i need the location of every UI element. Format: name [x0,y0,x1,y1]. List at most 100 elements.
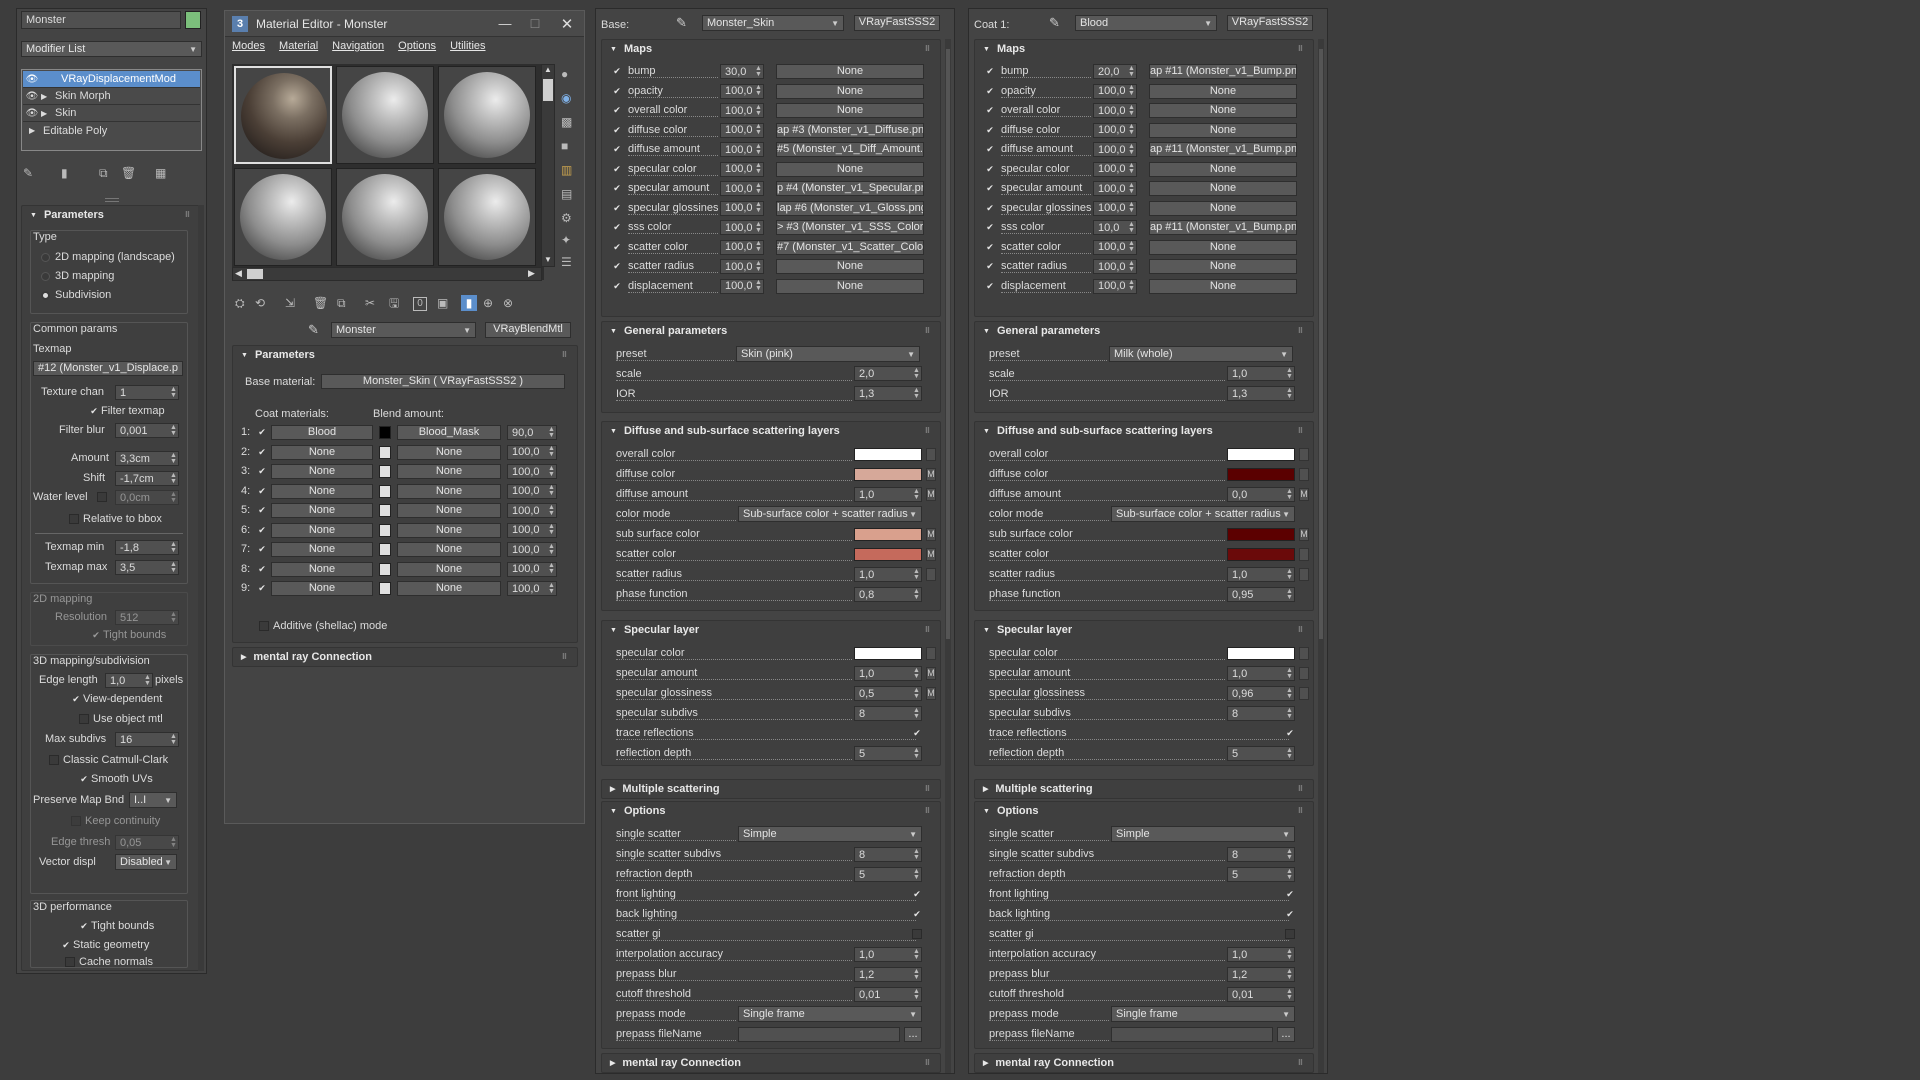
eye-icon[interactable]: 👁 [23,108,41,119]
sub-surface-color-map-button[interactable]: M [1299,528,1309,541]
map-button[interactable]: None [1149,278,1297,294]
menu-material[interactable]: Material [279,40,318,57]
scatter-color-swatch[interactable] [1227,548,1295,561]
blend-map-button[interactable]: None [397,522,501,538]
show-end-result-icon[interactable]: ▮ [461,295,477,311]
close-icon[interactable]: ✕ [550,15,584,33]
options-icon[interactable]: ⚙ [561,212,572,224]
front-lighting-checkmark-icon[interactable]: ✔ [912,889,922,899]
window-titlebar[interactable]: 3 Material Editor - Monster — ☐ ✕ [225,11,584,37]
spinner-arrows-icon[interactable]: ▲ ▼ [754,123,763,136]
panel-scrollbar[interactable] [1318,39,1324,1073]
general-parameters-rollout-header[interactable]: ▼ General parameters ⠿ [602,322,940,340]
blend-map-button[interactable]: None [397,503,501,518]
preset-dropdown[interactable]: Milk (whole) ▼ [1109,346,1293,362]
shift-spinner[interactable]: -1,7cm ▲ ▼ [115,471,179,486]
map-enabled-checkmark-icon[interactable]: ✔ [985,281,995,291]
spinner-arrows-icon[interactable]: ▲ ▼ [547,426,556,439]
coat-material-button[interactable]: None [271,522,373,538]
coat-enabled-checkmark-icon[interactable]: ✔ [257,564,267,574]
map-button[interactable]: None [776,161,924,177]
map-enabled-checkmark-icon[interactable]: ✔ [612,86,622,96]
spinner-arrows-icon[interactable]: ▲ ▼ [169,561,178,574]
scatter-gi-checkbox[interactable] [1285,929,1295,939]
sample-slot-2[interactable] [336,66,434,164]
spinner-arrows-icon[interactable]: ▲ ▼ [1285,387,1294,400]
coat-material-button[interactable]: None [271,503,373,518]
spinner-arrows-icon[interactable]: ▲ ▼ [1285,488,1294,501]
color-mode-dropdown[interactable]: Sub-surface color + scatter radius ▼ [738,506,922,522]
spinner-arrows-icon[interactable]: ▲ ▼ [547,484,556,497]
filter-blur-spinner[interactable]: 0,001 ▲ ▼ [115,423,179,438]
general-parameters-rollout-header[interactable]: ▼ General parameters ⠿ [975,322,1313,340]
front-lighting-checkmark-icon[interactable]: ✔ [1285,889,1295,899]
phase-function-spinner[interactable]: 0,95 ▲ ▼ [1227,587,1295,602]
spinner-arrows-icon[interactable]: ▲ ▼ [1285,687,1294,700]
remove-modifier-icon[interactable]: 🗑 [121,167,136,179]
reflection-depth-spinner[interactable]: 5 ▲ ▼ [854,746,922,761]
coat-material-button[interactable]: Blood [271,425,373,440]
make-unique-icon[interactable]: ✂ [365,297,375,309]
spinner-arrows-icon[interactable]: ▲ ▼ [169,386,178,399]
specular-amount-spinner[interactable]: 1,0 ▲ ▼ [854,666,922,681]
slots-vertical-scrollbar[interactable]: ▲ ▼ [541,64,555,267]
coat-enabled-checkmark-icon[interactable]: ✔ [257,486,267,496]
amount-spinner[interactable]: 3,3cm ▲ ▼ [115,451,179,466]
blend-color-swatch[interactable] [379,426,391,439]
pick-material-icon[interactable]: ✎ [676,15,687,31]
map-button[interactable]: None [1149,239,1297,255]
spinner-arrows-icon[interactable]: ▲ ▼ [912,367,921,380]
sub-surface-color-map-button[interactable]: M [926,528,936,541]
smooth-uvs-checkbox[interactable]: ✔ Smooth UVs [79,773,153,785]
spinner-arrows-icon[interactable]: ▲ ▼ [1285,868,1294,881]
spinner-arrows-icon[interactable]: ▲ ▼ [169,836,178,849]
blend-map-button[interactable]: None [397,483,501,499]
specular-subdivs-spinner[interactable]: 8 ▲ ▼ [1227,706,1295,721]
map-amount-spinner[interactable]: 100,0 ▲ ▼ [720,83,764,99]
mental-ray-rollout-header[interactable]: ▶ mental ray Connection ⠿ [975,1054,1313,1072]
specular-glossiness-map-button[interactable] [1299,687,1309,700]
map-enabled-checkmark-icon[interactable]: ✔ [612,242,622,252]
diffuse-amount-map-button[interactable]: M [926,488,936,501]
map-enabled-checkmark-icon[interactable]: ✔ [985,125,995,135]
coat-material-button[interactable]: None [271,464,373,479]
cutoff-threshold-spinner[interactable]: 0,01 ▲ ▼ [854,987,922,1002]
map-button[interactable]: None [776,83,924,99]
specular-color-map-button[interactable] [926,647,936,660]
map-button[interactable]: None [1149,122,1297,138]
coat-enabled-checkmark-icon[interactable]: ✔ [257,525,267,535]
material-type-button[interactable]: VRayBlendMtl [485,322,571,338]
spinner-arrows-icon[interactable]: ▲ ▼ [169,491,178,504]
map-button[interactable]: None [1149,83,1297,99]
interpolation-accuracy-spinner[interactable]: 1,0 ▲ ▼ [854,947,922,962]
material-type-button[interactable]: VRayFastSSS2 [1227,15,1313,31]
assign-material-icon[interactable]: ⇲ [285,297,295,309]
overall-color-swatch[interactable] [854,448,922,461]
specular-glossiness-spinner[interactable]: 0,96 ▲ ▼ [1227,686,1295,701]
blend-amount-spinner[interactable]: 100,0 ▲ ▼ [507,522,557,538]
texmap-button[interactable]: #12 (Monster_v1_Displace.p [33,361,183,376]
preserve-map-dropdown[interactable]: I..I ▼ [129,792,177,808]
keep-continuity-checkbox[interactable]: Keep continuity [71,815,160,827]
ior-spinner[interactable]: 1,3 ▲ ▼ [1227,386,1295,401]
map-button[interactable]: > #3 (Monster_v1_SSS_Color.p [776,220,924,235]
prepass-filename-field[interactable] [1111,1027,1273,1042]
map-enabled-checkmark-icon[interactable]: ✔ [612,125,622,135]
diffuse-amount-spinner[interactable]: 1,0 ▲ ▼ [854,487,922,502]
spinner-arrows-icon[interactable]: ▲ ▼ [912,707,921,720]
coat-material-button[interactable]: None [271,581,373,596]
blend-map-button[interactable]: None [397,561,501,577]
relative-bbox-checkbox[interactable]: Relative to bbox [69,513,162,525]
spinner-arrows-icon[interactable]: ▲ ▼ [912,667,921,680]
spinner-arrows-icon[interactable]: ▲ ▼ [754,104,763,117]
map-button[interactable]: None [776,259,924,274]
mental-ray-rollout-header[interactable]: ▶ mental ray Connection ⠿ [233,648,577,666]
map-amount-spinner[interactable]: 100,0 ▲ ▼ [1093,142,1137,157]
spinner-arrows-icon[interactable]: ▲ ▼ [143,674,152,687]
static-geometry-checkbox[interactable]: ✔ Static geometry [61,939,149,951]
go-to-parent-icon[interactable]: ⊕ [483,297,493,309]
parameters-rollout-header[interactable]: ▼ Parameters ⠿ [233,346,577,364]
spinner-arrows-icon[interactable]: ▲ ▼ [547,523,556,536]
menu-options[interactable]: Options [398,40,436,57]
spinner-arrows-icon[interactable]: ▲ ▼ [547,582,556,595]
